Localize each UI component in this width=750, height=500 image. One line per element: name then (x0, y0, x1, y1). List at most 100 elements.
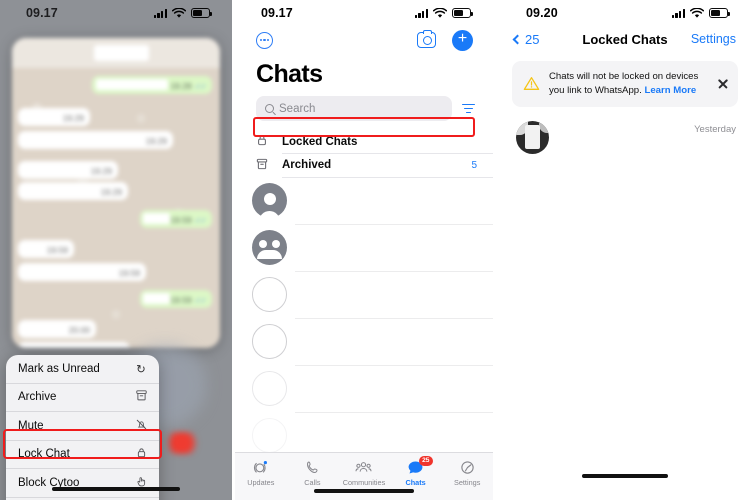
screenshot-root: 09.17 19.28 ✓✓ 19.29 19.29 19.29 19.29 1… (0, 0, 750, 500)
bubble-time: 19.29 (145, 136, 167, 146)
battery-icon (191, 8, 213, 18)
status-indicators (671, 7, 731, 19)
chat-list-item[interactable] (235, 177, 493, 225)
context-menu-item-mute[interactable]: Mute (6, 412, 159, 441)
avatar (252, 230, 287, 266)
archived-row[interactable]: Archived 5 (235, 154, 493, 177)
tab-communities[interactable]: Communities (338, 459, 390, 487)
home-indicator (314, 489, 414, 493)
whatsapp-chat-card: 19.28 ✓✓ 19.29 19.29 19.29 19.29 19.59 ✓… (12, 38, 220, 348)
chat-bubble-incoming: 19.59 (18, 263, 146, 281)
bubble-time: 19.28 (170, 81, 192, 91)
signal-bars-icon (153, 8, 167, 18)
chat-list-item-content (297, 224, 481, 271)
new-chat-button[interactable]: + (452, 29, 473, 51)
context-menu-item-block[interactable]: Block Cytoo (6, 469, 159, 498)
status-bar-middle: 09.17 (235, 0, 493, 26)
chat-list-item-content (297, 318, 481, 365)
chat-list-item[interactable] (235, 271, 493, 319)
tab-settings[interactable]: Settings (441, 459, 493, 487)
bubble-time: 19.59 (46, 245, 68, 255)
read-receipt-icon: ✓✓ (194, 82, 207, 91)
learn-more-link[interactable]: Learn More (644, 85, 696, 96)
tab-calls[interactable]: Calls (287, 459, 339, 487)
bubble-time: 20.00 (68, 325, 90, 335)
tab-updates[interactable]: Updates (235, 459, 287, 487)
status-time: 09.20 (526, 6, 558, 20)
camera-icon[interactable] (417, 29, 436, 48)
context-item-label: Mute (18, 419, 44, 432)
avatar (252, 371, 287, 407)
avatar (252, 277, 287, 313)
chats-top-bar: + (235, 26, 493, 54)
search-placeholder: Search (279, 102, 316, 115)
archived-label: Archived (282, 159, 332, 172)
status-bar-left: 09.17 (0, 0, 232, 26)
locked-chats-row[interactable]: Locked Chats (235, 130, 493, 153)
chat-timestamp: Yesterday (694, 123, 736, 135)
settings-button[interactable]: Settings (691, 32, 736, 46)
context-item-label: Archive (18, 391, 57, 404)
chat-bubble-incoming: 19.29 (18, 182, 128, 200)
mark-unread-icon: ↻ (136, 363, 146, 376)
avatar (252, 324, 287, 360)
nav-bar: 25 Locked Chats Settings (500, 26, 750, 52)
search-input[interactable]: Search (256, 96, 452, 121)
back-label: 25 (525, 31, 540, 47)
chat-context-menu[interactable]: Mark as Unread ↻ Archive Mute Lock Chat (6, 355, 159, 500)
search-row: Search (235, 96, 493, 121)
chat-bubble-incoming: 20.00 (18, 342, 130, 348)
archived-count: 5 (471, 159, 477, 171)
battery-icon (709, 8, 731, 18)
status-indicators (414, 7, 474, 19)
chevron-left-icon (512, 34, 523, 44)
chat-bubble-incoming: 19.59 (18, 240, 74, 258)
context-menu-item-mark-as-unread[interactable]: Mark as Unread ↻ (6, 355, 159, 384)
tab-chats[interactable]: 25 Chats (390, 456, 442, 487)
home-indicator (52, 487, 180, 491)
wifi-icon (690, 7, 704, 18)
tab-label: Updates (247, 478, 275, 487)
filter-icon[interactable] (461, 103, 475, 114)
chat-bubble-incoming: 20.00 (18, 320, 96, 338)
meta-ai-icon[interactable] (256, 31, 273, 49)
bubble-time: 19.59 (118, 268, 140, 278)
page-title: Chats (256, 60, 323, 88)
wifi-icon (433, 7, 447, 18)
close-icon[interactable] (717, 78, 729, 90)
home-indicator (582, 474, 668, 478)
wifi-icon (172, 7, 186, 18)
status-indicators (153, 7, 213, 19)
banner-text: Chats will not be locked on devices you … (549, 70, 708, 98)
warning-triangle-icon (523, 76, 540, 91)
avatar (252, 183, 287, 219)
battery-icon (452, 8, 474, 18)
status-rings-icon (253, 459, 268, 476)
locked-chat-list-item[interactable]: Yesterday (500, 107, 750, 154)
bubble-time: 19.29 (100, 187, 122, 197)
signal-bars-icon (414, 8, 428, 18)
chat-bubble-outgoing: 19.59 ✓✓ (140, 210, 212, 228)
chat-header-blurred (12, 38, 220, 68)
chat-bubble-outgoing: 19.28 ✓✓ (92, 76, 212, 94)
chat-list-item[interactable] (235, 365, 493, 413)
context-menu-item-lock-chat[interactable]: Lock Chat (6, 441, 159, 469)
chat-list-item-content (297, 365, 481, 412)
chat-list-item-content (297, 271, 481, 318)
chat-list-item[interactable] (235, 224, 493, 272)
warning-banner: Chats will not be locked on devices you … (512, 61, 738, 107)
status-time: 09.17 (26, 6, 58, 20)
archive-box-icon (134, 390, 148, 404)
tab-label: Chats (405, 478, 426, 487)
search-icon (265, 104, 274, 113)
status-bar-right: 09.20 (500, 0, 750, 26)
avatar (252, 418, 287, 454)
chat-bubble-incoming: 19.29 (18, 108, 90, 126)
chat-bubble-outgoing: 19.59 ✓✓ (140, 290, 212, 308)
back-button[interactable]: 25 (512, 31, 540, 47)
padlock-icon (256, 134, 282, 149)
context-item-label: Mark as Unread (18, 362, 100, 375)
context-menu-item-archive[interactable]: Archive (6, 384, 159, 412)
chat-list-item[interactable] (235, 318, 493, 366)
phone-icon (305, 459, 320, 476)
